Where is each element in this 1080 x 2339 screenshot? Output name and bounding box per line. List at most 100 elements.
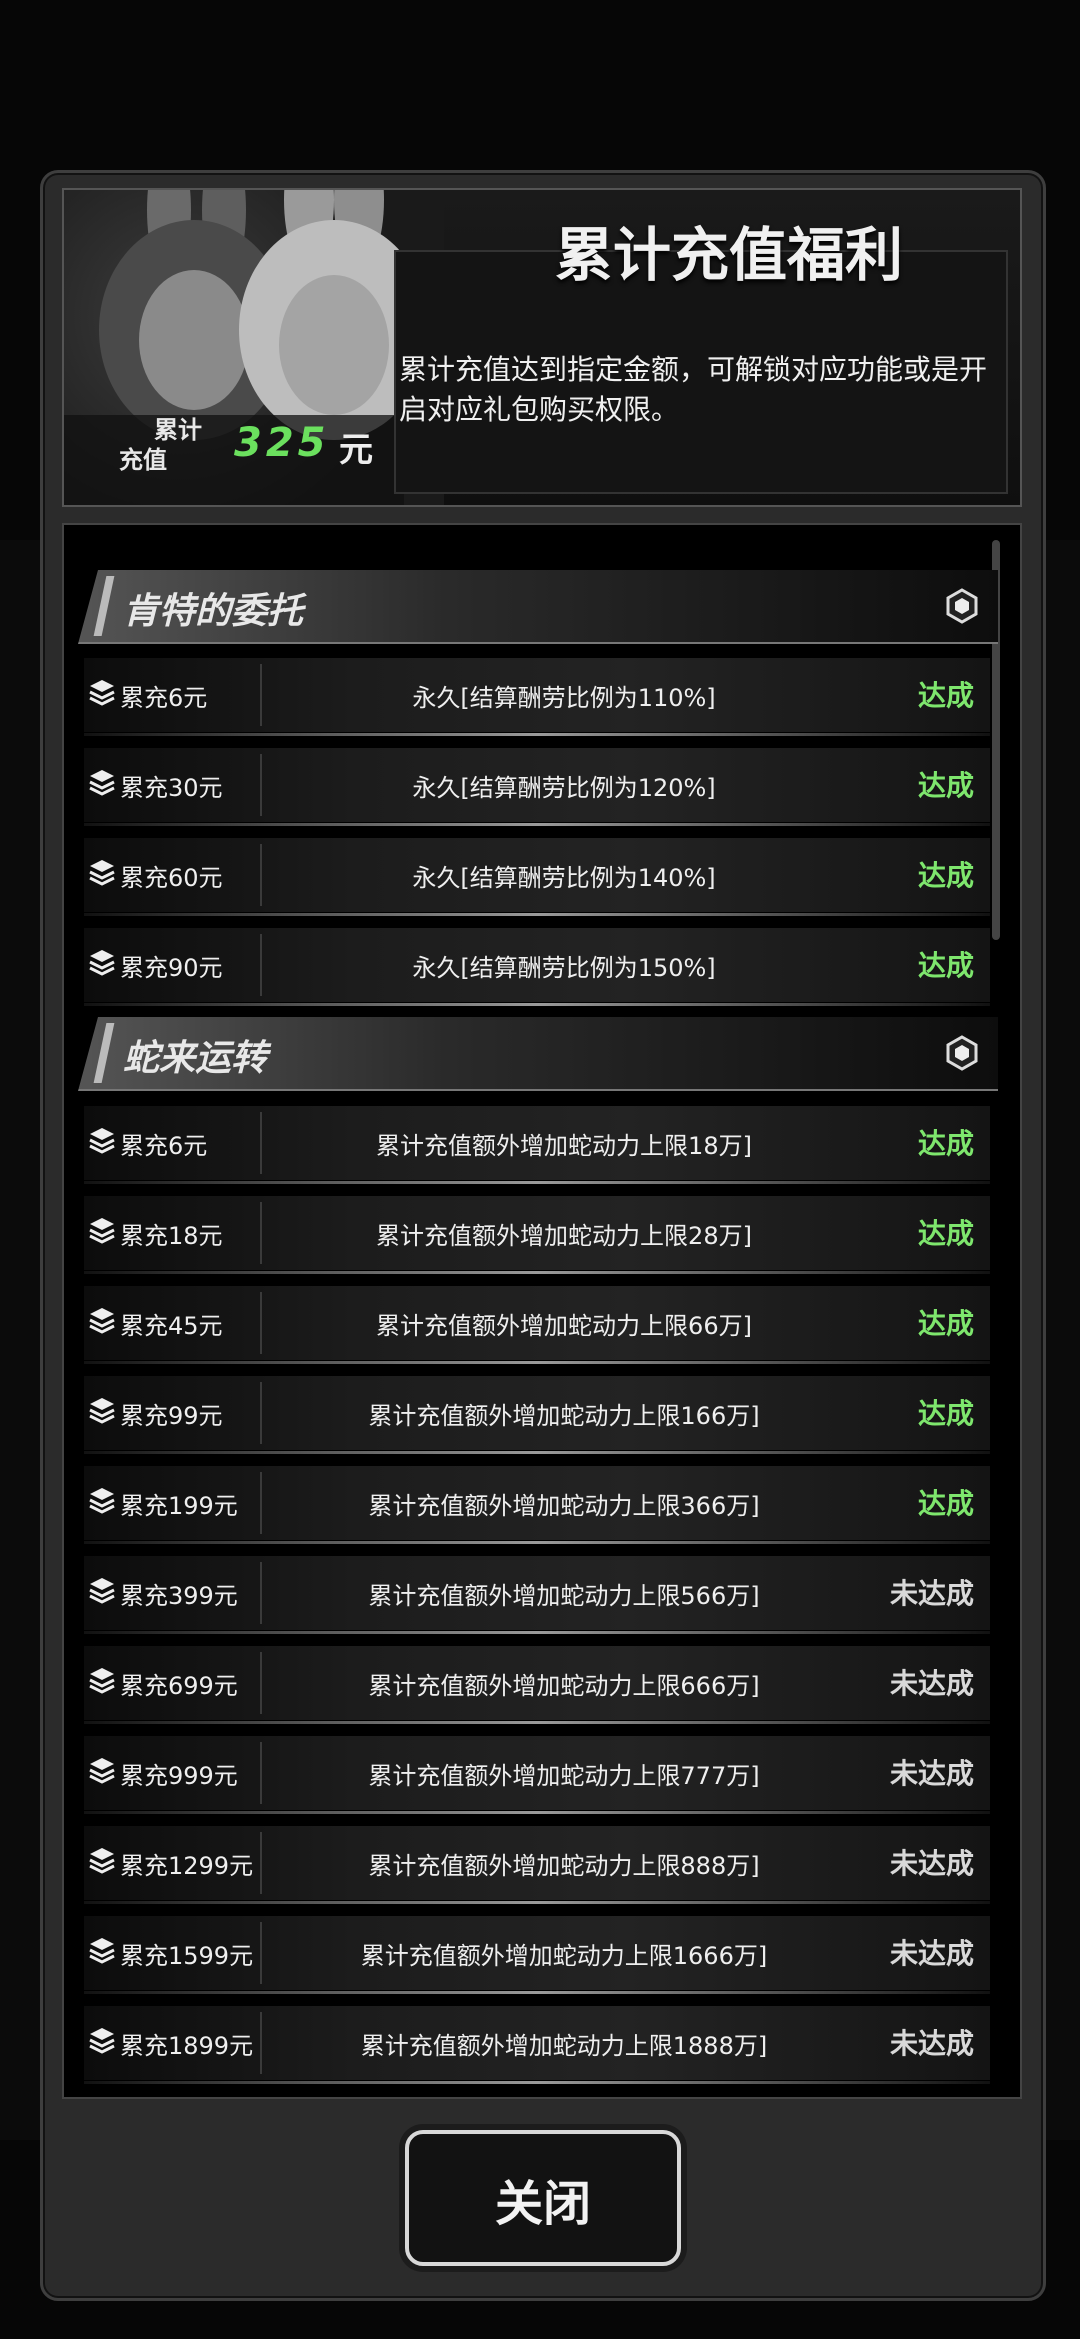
row-status: 未达成 [889,1577,974,1610]
row-reward: 累计充值额外增加蛇动力上限18万] [376,1132,752,1160]
row-divider [260,664,262,726]
reward-row: 累充6元 永久[结算酬劳比例为110%] 达成 [84,658,990,736]
row-status: 达成 [917,949,974,982]
row-amount: 累充6元 [120,1132,208,1160]
row-divider [260,1742,262,1804]
row-divider [260,1832,262,1894]
row-amount: 累充6元 [120,684,208,712]
row-amount: 累充99元 [120,1402,223,1430]
section-title: 肯特的委托 [123,591,304,632]
row-reward: 累计充值额外增加蛇动力上限777万] [368,1762,760,1790]
reward-row: 累充45元 累计充值额外增加蛇动力上限66万] 达成 [84,1286,990,1364]
row-divider [260,844,262,906]
row-divider [260,1472,262,1534]
row-amount: 累充1899元 [120,2032,254,2060]
dialog-header: 累计 充值 325 元 累计充值福利 累计充值达到指定金额，可解锁对应功能或是开… [62,188,1022,507]
stack-layers-icon [89,770,115,796]
row-reward: 累计充值额外增加蛇动力上限666万] [368,1672,760,1700]
row-reward: 永久[结算酬劳比例为110%] [412,684,716,712]
row-amount: 累充45元 [120,1312,223,1340]
row-status: 达成 [917,679,974,712]
stack-layers-icon [89,1308,115,1334]
total-unit: 元 [339,430,373,470]
stack-layers-icon [89,1848,115,1874]
stack-layers-icon [89,2028,115,2054]
description-text: 累计充值达到指定金额，可解锁对应功能或是开启对应礼包购买权限。 [399,353,988,426]
total-label-2: 充值 [119,446,167,474]
row-amount: 累充60元 [120,864,223,892]
stack-layers-icon [89,1668,115,1694]
row-reward: 累计充值额外增加蛇动力上限888万] [368,1852,760,1880]
reward-row: 累充90元 永久[结算酬劳比例为150%] 达成 [84,928,990,1006]
row-status: 未达成 [889,1757,974,1790]
row-divider [260,754,262,816]
stack-layers-icon [89,680,115,706]
row-reward: 累计充值额外增加蛇动力上限28万] [376,1222,752,1250]
reward-row: 累充99元 累计充值额外增加蛇动力上限166万] 达成 [84,1376,990,1454]
row-divider [260,934,262,996]
row-status: 未达成 [889,2027,974,2060]
row-status: 达成 [917,1487,974,1520]
reward-row: 累充60元 永久[结算酬劳比例为140%] 达成 [84,838,990,916]
reward-row: 累充1299元 累计充值额外增加蛇动力上限888万] 未达成 [84,1826,990,1904]
stack-layers-icon [89,1398,115,1424]
row-reward: 永久[结算酬劳比例为140%] [412,864,716,892]
close-button[interactable]: 关闭 [405,2130,681,2266]
row-status: 未达成 [889,1937,974,1970]
hexagon-icon[interactable] [944,588,980,624]
reward-row: 累充1899元 累计充值额外增加蛇动力上限1888万] 未达成 [84,2006,990,2084]
stack-layers-icon [89,950,115,976]
row-divider [260,1292,262,1354]
row-status: 未达成 [889,1667,974,1700]
row-status: 达成 [917,1127,974,1160]
row-status: 达成 [917,1307,974,1340]
row-divider [260,1112,262,1174]
stack-layers-icon [89,1488,115,1514]
character-portraits: 累计 充值 325 元 [64,190,444,505]
row-divider [260,1202,262,1264]
reward-row: 累充699元 累计充值额外增加蛇动力上限666万] 未达成 [84,1646,990,1724]
section-header-snake: 蛇来运转 [78,1017,998,1091]
row-reward: 累计充值额外增加蛇动力上限1888万] [360,2032,768,2060]
section-header-kent: 肯特的委托 [78,570,998,644]
row-status: 达成 [917,1217,974,1250]
row-reward: 累计充值额外增加蛇动力上限366万] [368,1492,760,1520]
reward-row: 累充1599元 累计充值额外增加蛇动力上限1666万] 未达成 [84,1916,990,1994]
reward-row: 累充199元 累计充值额外增加蛇动力上限366万] 达成 [84,1466,990,1544]
reward-row: 累充999元 累计充值额外增加蛇动力上限777万] 未达成 [84,1736,990,1814]
row-status: 达成 [917,859,974,892]
reward-row: 累充6元 累计充值额外增加蛇动力上限18万] 达成 [84,1106,990,1184]
total-recharge-box: 累计 充值 325 元 [74,402,394,492]
stack-layers-icon [89,1218,115,1244]
reward-row: 累充30元 永久[结算酬劳比例为120%] 达成 [84,748,990,826]
row-amount: 累充199元 [120,1492,238,1520]
row-reward: 累计充值额外增加蛇动力上限1666万] [360,1942,768,1970]
row-status: 未达成 [889,1847,974,1880]
row-divider [260,1922,262,1984]
stack-layers-icon [89,1128,115,1154]
close-button-label: 关闭 [494,2176,591,2232]
row-divider [260,1652,262,1714]
hexagon-icon[interactable] [944,1035,980,1071]
row-divider [260,1382,262,1444]
row-amount: 累充1599元 [120,1942,254,1970]
page-title: 累计充值福利 [554,221,903,289]
row-amount: 累充699元 [120,1672,238,1700]
reward-row: 累充18元 累计充值额外增加蛇动力上限28万] 达成 [84,1196,990,1274]
stack-layers-icon [89,1938,115,1964]
row-status: 达成 [917,769,974,802]
row-reward: 累计充值额外增加蛇动力上限66万] [376,1312,752,1340]
stack-layers-icon [89,860,115,886]
row-divider [260,1562,262,1624]
row-amount: 累充399元 [120,1582,238,1610]
reward-row: 累充399元 累计充值额外增加蛇动力上限566万] 未达成 [84,1556,990,1634]
section-title: 蛇来运转 [123,1038,268,1079]
stack-layers-icon [89,1758,115,1784]
row-amount: 累充999元 [120,1762,238,1790]
row-divider [260,2012,262,2074]
total-amount: 325 [234,420,330,466]
row-reward: 累计充值额外增加蛇动力上限166万] [368,1402,760,1430]
row-amount: 累充1299元 [120,1852,254,1880]
row-reward: 永久[结算酬劳比例为120%] [412,774,716,802]
row-amount: 累充30元 [120,774,223,802]
